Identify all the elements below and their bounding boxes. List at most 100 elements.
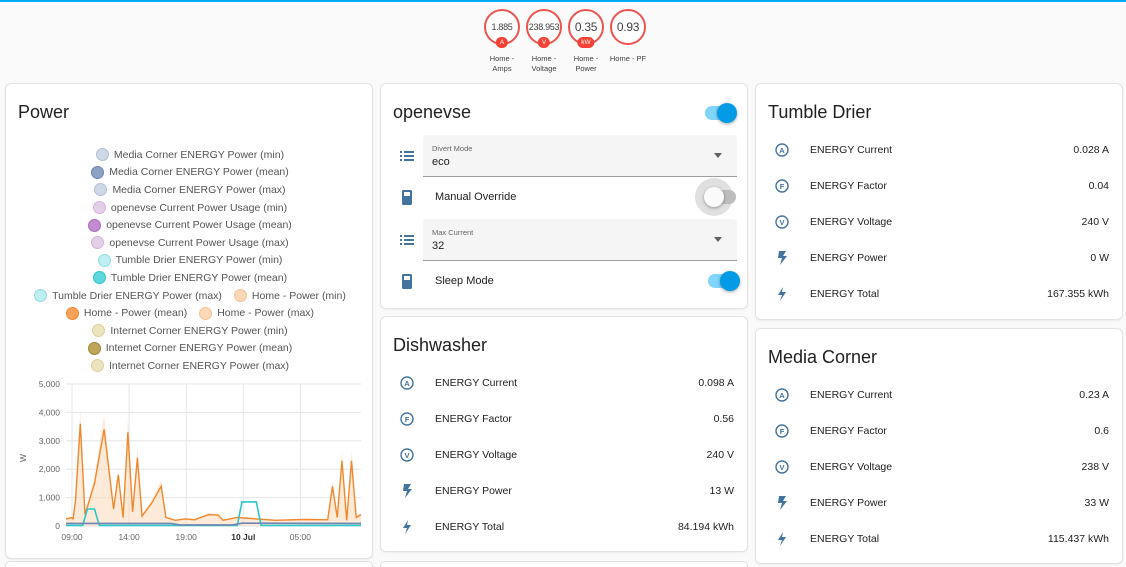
lightning-icon xyxy=(399,519,415,535)
entity-row[interactable]: F ENERGY Factor 0.04 xyxy=(768,176,1109,196)
row-label: Sleep Mode xyxy=(435,275,494,287)
legend-swatch xyxy=(90,359,104,373)
legend-swatch xyxy=(88,218,102,232)
entity-row[interactable]: V ENERGY Voltage 238 V xyxy=(768,457,1109,477)
openevse-master-toggle[interactable] xyxy=(705,102,737,123)
svg-text:A: A xyxy=(404,379,410,388)
legend-item[interactable]: Home - Power (max) xyxy=(199,304,314,322)
badge-unit: kW xyxy=(577,37,595,48)
legend-item[interactable]: openevse Current Power Usage (mean) xyxy=(88,216,292,234)
entity-row[interactable]: ENERGY Power 33 W xyxy=(768,493,1109,513)
chevron-down-icon xyxy=(714,237,722,242)
legend-item[interactable]: openevse Current Power Usage (max) xyxy=(91,234,289,252)
entity-value: 13 W xyxy=(709,485,734,497)
svg-text:V: V xyxy=(779,218,784,227)
badge-value: 1.885 xyxy=(491,22,513,32)
entity-row[interactable]: F ENERGY Factor 0.6 xyxy=(768,421,1109,441)
list-icon xyxy=(399,148,415,164)
entity-row[interactable]: ENERGY Power 13 W xyxy=(393,481,734,501)
legend-label: Media Corner ENERGY Power (mean) xyxy=(109,166,289,179)
legend-label: Media Corner ENERGY Power (min) xyxy=(113,148,285,161)
current-icon: A xyxy=(774,142,790,158)
entity-name: ENERGY Factor xyxy=(435,413,512,425)
entity-row[interactable]: ENERGY Total 167.355 kWh xyxy=(768,284,1109,304)
legend-item[interactable]: Media Corner ENERGY Power (min) xyxy=(95,146,285,164)
legend-label: Internet Corner ENERGY Power (min) xyxy=(110,324,288,337)
entity-row[interactable]: V ENERGY Voltage 240 V xyxy=(768,212,1109,232)
legend-label: Home - Power (max) xyxy=(217,307,315,320)
legend-item[interactable]: Tumble Drier ENERGY Power (min) xyxy=(97,252,282,270)
y-tick-label: 0 xyxy=(55,521,60,531)
legend-swatch xyxy=(95,148,109,162)
badge-home-power[interactable]: 0.35 kW Home - Power xyxy=(568,9,604,74)
entity-value: 240 V xyxy=(706,449,734,461)
toggle-knob xyxy=(717,102,737,123)
entity-row[interactable]: A ENERGY Current 0.028 A xyxy=(768,140,1109,160)
y-axis-label: W xyxy=(18,454,28,462)
tumble-drier-card: Tumble Drier A ENERGY Current 0.028 A F ENER… xyxy=(755,83,1123,320)
divert-mode-row: Divert Mode eco xyxy=(393,135,737,177)
entity-name: ENERGY Factor xyxy=(810,180,887,192)
legend-swatch xyxy=(65,306,79,320)
row-label: Manual Override xyxy=(435,191,517,203)
manual-override-toggle[interactable] xyxy=(704,187,736,207)
power-chart-svg: 0 1,000 2,000 3,000 4,000 5,000 09:00 14:00 19:0… xyxy=(18,379,362,542)
legend-item[interactable]: Internet Corner ENERGY Power (mean) xyxy=(87,340,292,358)
legend-item[interactable]: Media Corner ENERGY Power (mean) xyxy=(91,164,289,182)
legend-swatch xyxy=(91,236,105,250)
legend-item[interactable]: Home - Power (mean) xyxy=(65,304,187,322)
legend-item[interactable]: Internet Corner ENERGY Power (min) xyxy=(92,322,288,340)
legend-item[interactable]: Home - Power (min) xyxy=(233,287,346,305)
entity-row[interactable]: ENERGY Total 115.437 kWh xyxy=(768,529,1109,549)
max-current-select[interactable]: Max Current 32 xyxy=(423,219,737,261)
entity-row[interactable]: F ENERGY Factor 0.56 xyxy=(393,409,734,429)
entity-name: ENERGY Current xyxy=(435,377,518,389)
legend-label: openevse Current Power Usage (mean) xyxy=(106,219,292,232)
voltage-icon: V xyxy=(774,459,790,475)
factor-icon: F xyxy=(399,411,415,427)
header-accent-line xyxy=(0,0,1126,2)
x-tick-label: 05:00 xyxy=(290,532,312,542)
select-label: Divert Mode xyxy=(432,144,473,153)
x-tick-label: 10 Jul xyxy=(231,532,255,542)
legend-item[interactable]: Internet Corner ENERGY Power (max) xyxy=(90,357,289,375)
divert-mode-select[interactable]: Divert Mode eco xyxy=(423,135,737,177)
badge-value: 238.953 xyxy=(528,22,560,32)
legend-item[interactable]: openevse Current Power Usage (min) xyxy=(92,199,288,217)
next-card-edge xyxy=(5,561,373,567)
entity-value: 33 W xyxy=(1084,497,1109,509)
legend-swatch xyxy=(92,201,106,215)
svg-text:F: F xyxy=(780,182,785,191)
badge-bar: 1.885 A Home - Amps 238.953 V Home - Vol… xyxy=(0,9,1126,74)
entity-name: ENERGY Voltage xyxy=(810,216,893,228)
svg-text:F: F xyxy=(780,427,785,436)
voltage-icon: V xyxy=(399,447,415,463)
entity-row[interactable]: A ENERGY Current 0.098 A xyxy=(393,373,734,393)
x-tick-label: 09:00 xyxy=(61,532,83,542)
legend-label: Tumble Drier ENERGY Power (mean) xyxy=(110,271,288,284)
series-range-band xyxy=(66,408,361,526)
legend-swatch xyxy=(92,271,106,285)
power-chart[interactable]: 0 1,000 2,000 3,000 4,000 5,000 09:00 14:00 19:0… xyxy=(6,376,374,551)
card-title: openevse xyxy=(393,102,472,122)
badge-home-pf[interactable]: 0.93 Home - PF xyxy=(610,9,646,74)
entity-row[interactable]: ENERGY Power 0 W xyxy=(768,248,1109,268)
factor-icon: F xyxy=(774,178,790,194)
legend-item[interactable]: Tumble Drier ENERGY Power (max) xyxy=(34,287,222,305)
flash-icon xyxy=(774,495,790,511)
entity-row[interactable]: ENERGY Total 84.194 kWh xyxy=(393,517,734,537)
svg-text:F: F xyxy=(405,415,410,424)
entity-value: 0.6 xyxy=(1094,425,1109,437)
sleep-mode-toggle[interactable] xyxy=(708,271,740,291)
legend-item[interactable]: Tumble Drier ENERGY Power (mean) xyxy=(92,269,288,287)
entity-value: 0.028 A xyxy=(1073,144,1109,156)
sleep-mode-row: Sleep Mode xyxy=(393,269,740,293)
entity-row[interactable]: V ENERGY Voltage 240 V xyxy=(393,445,734,465)
select-label: Max Current xyxy=(432,228,474,237)
legend-swatch xyxy=(233,289,247,303)
entity-row[interactable]: A ENERGY Current 0.23 A xyxy=(768,385,1109,405)
entity-name: ENERGY Factor xyxy=(810,425,887,437)
legend-label: openevse Current Power Usage (min) xyxy=(110,201,288,214)
legend-item[interactable]: Media Corner ENERGY Power (max) xyxy=(94,181,286,199)
entity-value: 0.23 A xyxy=(1079,389,1109,401)
